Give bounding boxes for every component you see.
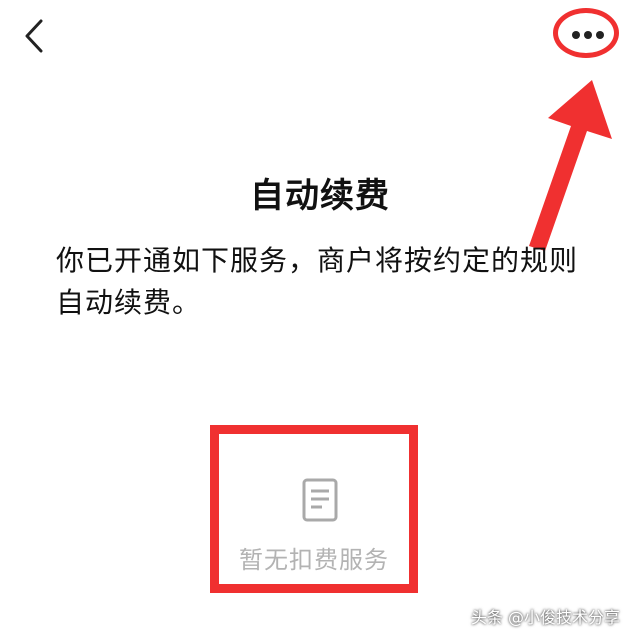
service-description: 你已开通如下服务，商户将按约定的规则自动续费。 <box>56 244 579 319</box>
page-title: 自动续费 <box>250 176 390 216</box>
chevron-left-icon <box>25 19 43 53</box>
annotation-circle <box>553 8 619 58</box>
document-icon <box>302 478 338 522</box>
empty-state-label: 暂无扣费服务 <box>239 546 389 574</box>
back-button[interactable] <box>14 14 54 58</box>
watermark: 头条 @小俊技术分享 <box>470 608 620 627</box>
